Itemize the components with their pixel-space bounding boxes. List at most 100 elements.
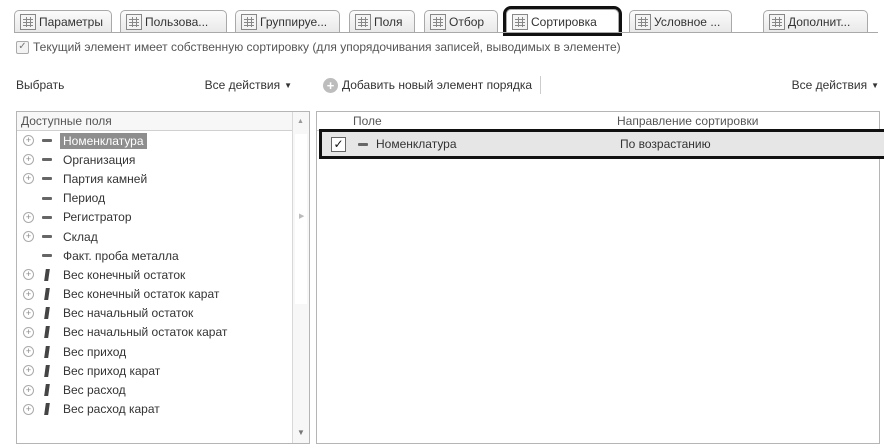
expand-icon[interactable]: +: [23, 154, 34, 166]
expand-icon[interactable]: +: [23, 173, 34, 185]
column-header-direction[interactable]: Направление сортировки: [617, 114, 758, 128]
tab-label: Поля: [374, 14, 403, 29]
tab-label: Группируе...: [260, 14, 328, 29]
left-all-actions-menu[interactable]: Все действия ▼: [205, 78, 292, 92]
own-sort-option[interactable]: ✓ Текущий элемент имеет собственную сорт…: [16, 40, 621, 54]
tree-item[interactable]: Период: [17, 189, 293, 208]
attribute-icon: [42, 196, 52, 200]
tab-divider: [14, 32, 878, 33]
tab-sorting[interactable]: Сортировка: [503, 6, 622, 36]
tree-item[interactable]: + Вес конечный остаток карат: [17, 285, 293, 304]
tab-parameters[interactable]: Параметры: [14, 10, 112, 32]
tree-item-label: Вес приход карат: [63, 363, 161, 378]
sort-direction-cell[interactable]: По возрастанию: [620, 137, 711, 151]
tree-item[interactable]: + Регистратор: [17, 208, 293, 227]
attribute-icon: [42, 177, 52, 181]
tree-item[interactable]: + Вес приход: [17, 342, 293, 361]
tree-item[interactable]: + Вес начальный остаток: [17, 304, 293, 323]
tree-item-label: Вес начальный остаток карат: [63, 325, 228, 340]
tree-item[interactable]: + Вес приход карат: [17, 361, 293, 380]
available-fields-header-label: Доступные поля: [21, 114, 112, 128]
attribute-icon: [42, 235, 52, 239]
tree-item[interactable]: + Вес расход карат: [17, 400, 293, 419]
filter-icon: [430, 13, 446, 30]
vertical-scrollbar[interactable]: ▲ ▶ ▼: [292, 112, 309, 443]
available-fields-toolbar: Выбрать Все действия ▼: [16, 78, 292, 92]
tab-label: Дополнит...: [788, 14, 851, 29]
tree-item[interactable]: + Вес начальный остаток карат: [17, 323, 293, 342]
settings-icon: [769, 13, 785, 30]
tab-label: Сортировка: [531, 14, 597, 29]
tab-user-fields[interactable]: Пользова...: [120, 10, 227, 32]
resource-icon: [44, 345, 50, 358]
tree-item[interactable]: Факт. проба металла: [17, 246, 293, 265]
expand-placeholder: [23, 250, 34, 261]
tree-item-label: Организация: [63, 152, 136, 167]
tree-item[interactable]: + Вес конечный остаток: [17, 265, 293, 284]
resource-icon: [44, 384, 50, 397]
scroll-grip-icon: ▶: [299, 213, 305, 220]
expand-icon[interactable]: +: [23, 346, 34, 358]
settings-tabs: Параметры Пользова... Группируе... Поля …: [14, 6, 884, 36]
tree-item-label: Вес конечный остаток: [63, 267, 186, 282]
expand-icon[interactable]: +: [23, 326, 34, 338]
expand-placeholder: [23, 193, 34, 204]
resource-icon: [44, 288, 50, 301]
add-icon: +: [323, 77, 338, 93]
tree-item[interactable]: + Организация: [17, 150, 293, 169]
tree-item-label: Вес приход: [63, 344, 127, 359]
available-fields-tree[interactable]: Доступные поля + Номенклатура + Организация…: [16, 111, 310, 444]
expand-icon[interactable]: +: [23, 365, 34, 377]
expand-icon[interactable]: +: [23, 403, 34, 415]
list-icon: [355, 13, 371, 30]
tree-item-label: Номенклатура: [60, 132, 147, 149]
select-button[interactable]: Выбрать: [16, 78, 64, 92]
tree-item-label: Вес конечный остаток карат: [63, 287, 220, 302]
table-icon: [241, 13, 257, 30]
attribute-icon: [42, 139, 52, 143]
scroll-down-icon[interactable]: ▼: [297, 428, 305, 437]
expand-icon[interactable]: +: [23, 288, 34, 300]
expand-icon[interactable]: +: [23, 307, 34, 319]
tree-item-label: Вес расход: [63, 383, 126, 398]
tab-grouping[interactable]: Группируе...: [235, 10, 340, 32]
tree-item[interactable]: + Вес расход: [17, 380, 293, 399]
tab-fields[interactable]: Поля: [349, 10, 415, 32]
expand-icon[interactable]: +: [23, 384, 34, 396]
tab-filter[interactable]: Отбор: [424, 10, 498, 32]
expand-icon[interactable]: +: [23, 211, 34, 223]
tab-additional[interactable]: Дополнит...: [763, 10, 868, 32]
sort-field-cell[interactable]: Номенклатура: [376, 137, 656, 151]
all-actions-label: Все действия: [204, 78, 281, 92]
column-header-field[interactable]: Поле: [353, 114, 382, 128]
expand-icon[interactable]: +: [23, 135, 34, 147]
table-row[interactable]: ✓ Номенклатура По возрастанию: [319, 129, 884, 159]
attribute-icon: [42, 158, 52, 162]
sort-order-table[interactable]: Поле Направление сортировки ✓ Номенклату…: [316, 111, 884, 444]
attribute-icon: [42, 254, 52, 258]
tree-item[interactable]: + Номенклатура: [17, 131, 293, 150]
available-fields-list: + Номенклатура + Организация + Партия камней П…: [17, 131, 293, 419]
table-icon: [126, 13, 142, 30]
row-checkbox[interactable]: ✓: [331, 136, 346, 152]
tab-conditional-format[interactable]: Условное ...: [629, 10, 732, 32]
tree-item[interactable]: + Партия камней: [17, 169, 293, 188]
tab-label: Пользова...: [145, 14, 209, 29]
scroll-up-icon[interactable]: ▲: [297, 118, 304, 125]
own-sort-label: Текущий элемент имеет собственную сортир…: [33, 40, 621, 54]
tree-item[interactable]: + Склад: [17, 227, 293, 246]
sort-icon: [512, 13, 528, 30]
right-all-actions-menu[interactable]: Все действия ▼: [792, 78, 879, 92]
add-order-item-button[interactable]: + Добавить новый элемент порядка: [323, 77, 532, 93]
own-sort-checkbox[interactable]: ✓: [16, 40, 29, 54]
resource-icon: [44, 364, 50, 377]
tree-item-label: Партия камней: [63, 171, 148, 186]
chevron-down-icon: ▼: [871, 81, 879, 91]
all-actions-label: Все действия: [791, 78, 868, 92]
expand-icon[interactable]: +: [23, 269, 34, 281]
brush-icon: [635, 13, 651, 30]
resource-icon: [44, 307, 50, 320]
sort-toolbar: + Добавить новый элемент порядка Все дей…: [323, 76, 879, 94]
available-fields-header: Доступные поля: [17, 112, 293, 131]
expand-icon[interactable]: +: [23, 231, 34, 243]
